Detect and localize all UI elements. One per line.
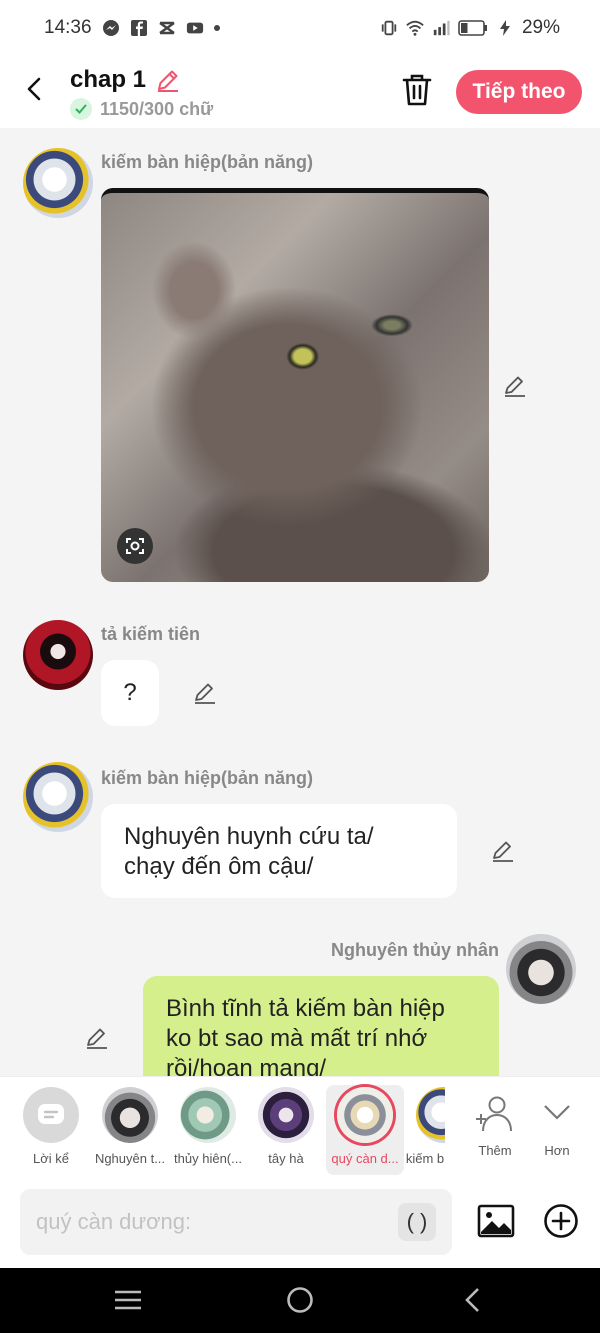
composer: quý càn dương: ( ) <box>0 1180 600 1268</box>
capcut-icon <box>158 21 175 35</box>
narrator-icon <box>23 1087 79 1143</box>
message-bubble[interactable]: Nghuyên huynh cứu ta/ chạy đến ôm cậu/ <box>101 804 457 898</box>
editor-header: chap 1 1150/300 chữ Tiếp theo <box>0 56 600 128</box>
edit-message-icon[interactable] <box>192 680 218 706</box>
avatar <box>102 1087 158 1143</box>
add-circle-icon[interactable] <box>543 1203 579 1239</box>
character-selector: Lời kể Nghuyên t... thủy hiên(... tây hà… <box>0 1076 600 1180</box>
message-text-line: Nghuyên huynh cứu ta/ <box>124 823 374 850</box>
youtube-icon <box>186 22 203 34</box>
home-icon[interactable] <box>284 1284 316 1316</box>
chapter-title[interactable]: chap 1 <box>70 66 146 94</box>
message-text-line: ko bt sao mà mất trí nhớ <box>166 1025 428 1052</box>
message-text-line: Bình tĩnh tả kiếm bàn hiệp <box>166 995 445 1022</box>
battery-percent: 29% <box>521 17 560 38</box>
signal-icon <box>433 20 450 36</box>
avatar <box>416 1087 445 1143</box>
message-input[interactable]: quý càn dương: ( ) <box>20 1189 452 1255</box>
message-text: ? <box>123 679 137 706</box>
word-count: 1150/300 chữ <box>100 98 214 119</box>
edit-message-icon[interactable] <box>84 1025 110 1051</box>
character-kiem-ban[interactable]: kiếm b <box>405 1085 445 1175</box>
charging-icon <box>499 20 510 36</box>
character-tay-ha[interactable]: tây hà <box>247 1085 325 1175</box>
check-icon <box>70 98 92 120</box>
action-parentheses-button[interactable]: ( ) <box>398 1203 436 1241</box>
edit-message-icon[interactable] <box>502 373 528 399</box>
status-time: 14:36 <box>44 17 92 38</box>
chapter-title-block: chap 1 1150/300 chữ <box>70 66 213 120</box>
sender-name: Nghuyên thủy nhân <box>331 940 499 960</box>
avatar <box>337 1087 393 1143</box>
input-placeholder: quý càn dương: <box>36 1209 192 1234</box>
message-photo[interactable] <box>101 188 489 582</box>
edit-title-icon[interactable] <box>154 66 182 94</box>
edit-message-icon[interactable] <box>490 838 516 864</box>
message-bubble[interactable]: ? <box>101 660 159 726</box>
back-icon[interactable] <box>458 1284 490 1316</box>
message-text-line: rồi/hoan mang/ <box>166 1055 327 1076</box>
battery-icon <box>458 20 487 36</box>
messenger-icon <box>102 20 119 36</box>
avatar <box>180 1087 236 1143</box>
message-bubble[interactable]: Bình tĩnh tả kiếm bàn hiệp ko bt sao mà … <box>143 976 499 1076</box>
status-bar: 14:36 29% <box>0 0 600 56</box>
image-search-icon[interactable] <box>117 528 153 564</box>
character-quy-can-duong[interactable]: quý càn d... <box>326 1085 404 1175</box>
trash-icon[interactable] <box>400 72 434 108</box>
character-thuy-hien[interactable]: thủy hiên(... <box>169 1085 247 1175</box>
back-arrow-icon[interactable] <box>20 74 50 104</box>
character-nghuyen[interactable]: Nghuyên t... <box>91 1085 169 1175</box>
chat-area[interactable]: kiếm bàn hiệp(bản năng) tả kiếm tiên ? k… <box>0 128 600 1076</box>
avatar-ta-kiem-tien[interactable] <box>23 620 93 690</box>
recent-apps-icon[interactable] <box>112 1284 144 1316</box>
sender-name: kiếm bàn hiệp(bản năng) <box>101 152 314 172</box>
more-button[interactable]: Hơn <box>518 1085 596 1175</box>
avatar-kiem-ban-hiep[interactable] <box>23 762 93 832</box>
avatar-kiem-ban-hiep[interactable] <box>23 148 93 218</box>
avatar <box>258 1087 314 1143</box>
facebook-icon <box>130 20 147 36</box>
character-narrator[interactable]: Lời kể <box>12 1085 90 1175</box>
add-user-icon <box>476 1096 512 1132</box>
sender-name: tả kiếm tiên <box>101 624 201 644</box>
notification-dot-icon <box>213 25 220 31</box>
message-text-line: chạy đến ôm cậu/ <box>124 853 314 880</box>
vibrate-icon <box>381 20 397 36</box>
chevron-down-icon <box>544 1105 570 1120</box>
next-button[interactable]: Tiếp theo <box>456 70 582 114</box>
wifi-icon <box>406 20 424 36</box>
sender-name: kiếm bàn hiệp(bản năng) <box>101 768 314 788</box>
system-navigation-bar <box>0 1268 600 1333</box>
image-icon[interactable] <box>477 1202 515 1240</box>
avatar-nghuyen-thuy-nhan[interactable] <box>506 934 576 1004</box>
